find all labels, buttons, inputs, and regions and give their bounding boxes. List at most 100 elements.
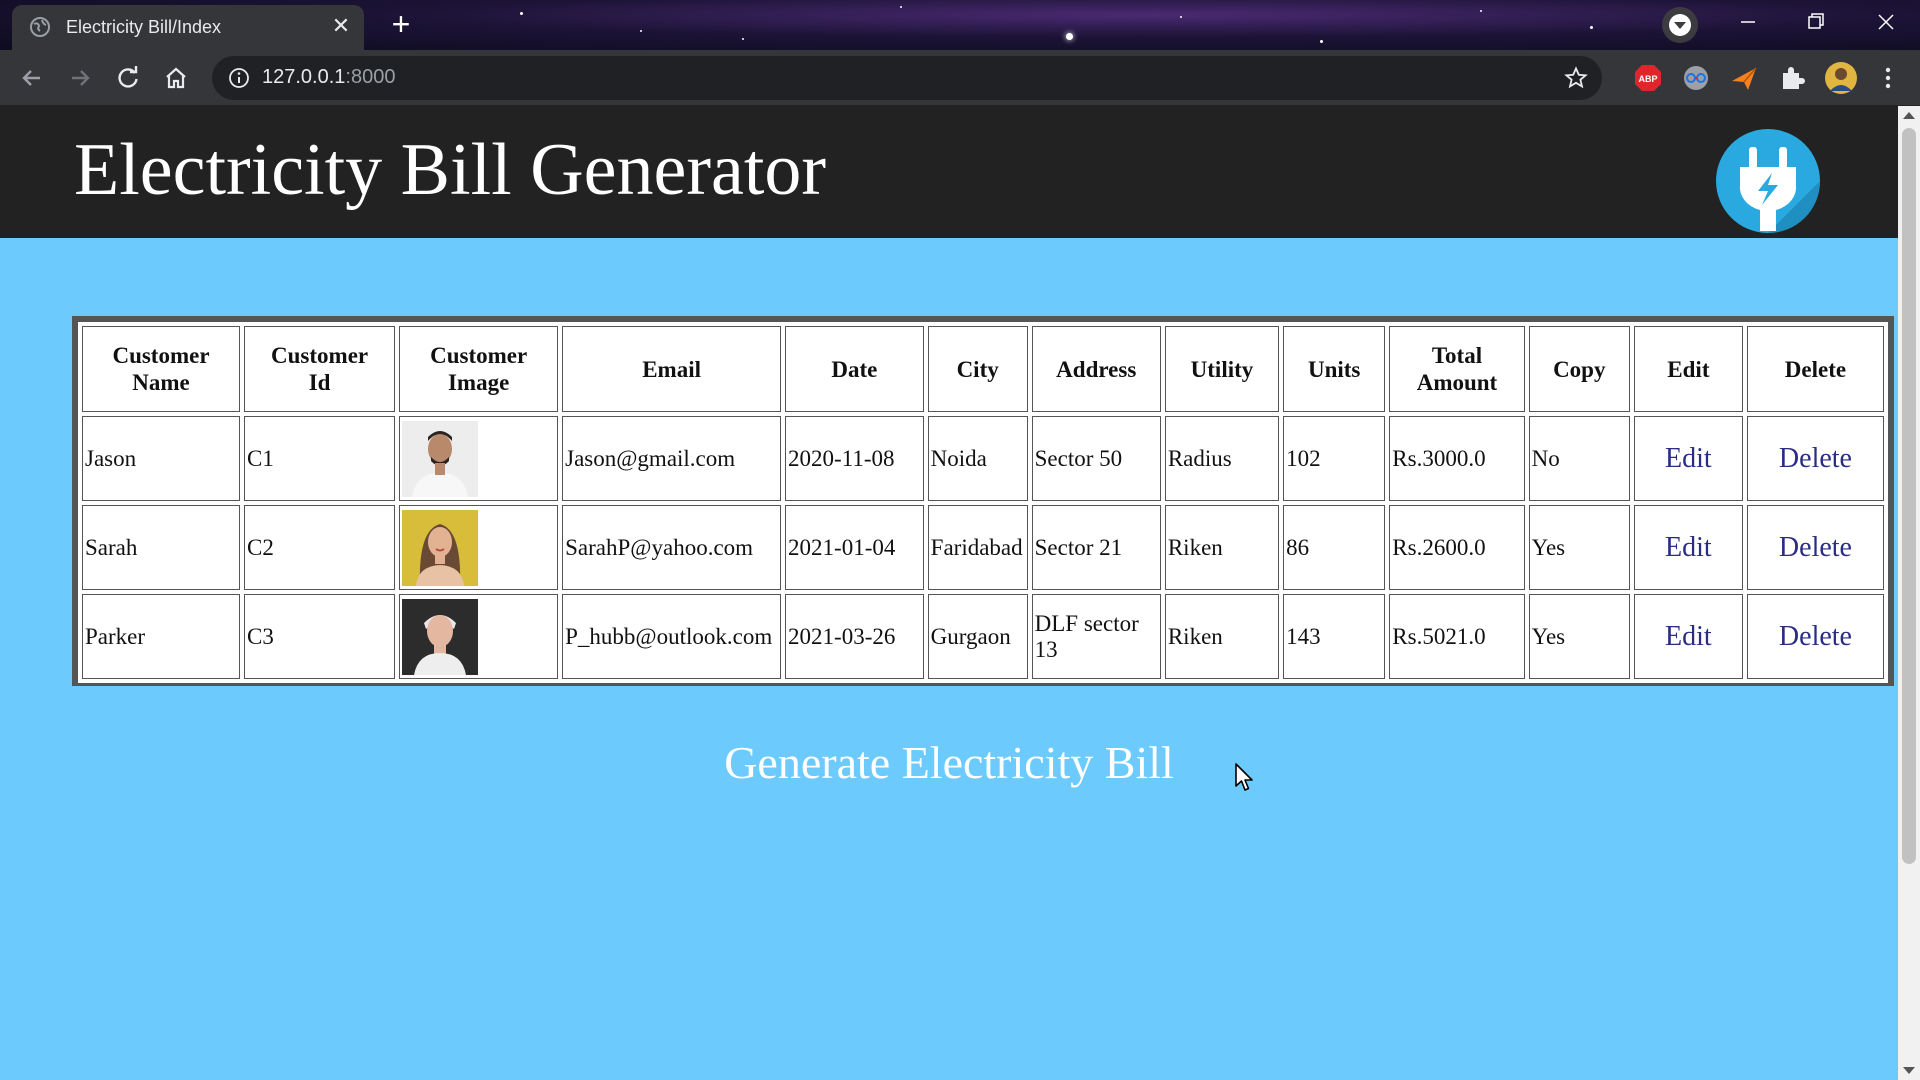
column-header: City (927, 326, 1028, 412)
page-scrollbar[interactable] (1898, 106, 1920, 1080)
column-header: Customer Name (82, 326, 241, 412)
city-value: Noida (930, 445, 987, 471)
column-header-label: Customer (430, 343, 528, 368)
column-header-label: Copy (1553, 356, 1606, 382)
glasses-extension[interactable] (1682, 64, 1710, 92)
utility-value: Radius (1167, 445, 1232, 471)
generate-bill-label[interactable]: Generate Electricity Bill (724, 737, 1174, 788)
adblock-label: ABP (1638, 74, 1657, 84)
back-button[interactable] (16, 62, 48, 94)
tab-search-button[interactable] (1662, 7, 1698, 43)
browser-menu-button[interactable] (1874, 64, 1902, 92)
arrow-extension[interactable] (1730, 64, 1758, 92)
cell-edit: Edit (1633, 594, 1743, 679)
cell-delete: Delete (1746, 505, 1884, 590)
cell-city: Noida (927, 416, 1028, 501)
cell-utility: Riken (1164, 594, 1280, 679)
column-header-label: Email (642, 356, 701, 382)
delete-link[interactable]: Delete (1779, 621, 1852, 652)
close-tab-icon[interactable]: ✕ (328, 13, 354, 39)
restore-button[interactable] (1786, 0, 1846, 44)
scrollbar-thumb[interactable] (1902, 128, 1916, 864)
browser-toolbar: 127.0.0.1:8000 ABP (0, 50, 1920, 106)
paper-plane-icon (1732, 67, 1757, 90)
globe-icon (30, 17, 50, 37)
column-header: Customer Id (244, 326, 396, 412)
avatar-icon (1825, 62, 1857, 94)
table-row: Jason C1 Jason@gmail.com 2020-11-08 Noida Sec… (82, 416, 1884, 501)
browser-tab[interactable]: Electricity Bill/Index ✕ (12, 5, 364, 50)
column-header-label: Date (831, 356, 878, 382)
cell-edit: Edit (1633, 505, 1743, 590)
restore-icon (1808, 13, 1824, 29)
info-icon[interactable] (228, 67, 250, 89)
email-value: P_hubb@outlook.com (565, 623, 773, 649)
cell-city: Faridabad (927, 505, 1028, 590)
id-value: C2 (247, 534, 274, 560)
city-value: Gurgaon (930, 623, 1011, 649)
copy-value: Yes (1531, 623, 1566, 649)
cell-amount: Rs.5021.0 (1389, 594, 1525, 679)
close-icon (1878, 14, 1894, 30)
reload-button[interactable] (112, 62, 144, 94)
cell-units: 86 (1283, 505, 1386, 590)
name-value: Parker (85, 623, 146, 649)
column-header-label: Name (132, 370, 190, 395)
units-value: 86 (1286, 534, 1310, 560)
column-header-label: Delete (1784, 356, 1847, 382)
extensions-button[interactable] (1778, 64, 1806, 92)
edit-link[interactable]: Edit (1665, 532, 1712, 563)
column-header: Delete (1746, 326, 1884, 412)
profile-avatar[interactable] (1824, 61, 1858, 95)
cell-date: 2021-01-04 (785, 505, 924, 590)
column-header-label: Units (1307, 356, 1361, 382)
home-icon (166, 67, 186, 89)
adblock-extension[interactable]: ABP (1634, 64, 1662, 92)
close-window-button[interactable] (1856, 0, 1916, 44)
cell-address: Sector 21 (1031, 505, 1161, 590)
customer-photo (402, 509, 479, 586)
star-icon[interactable] (1564, 66, 1588, 90)
name-value: Sarah (85, 534, 138, 560)
column-header-label: Customer (271, 343, 369, 368)
scroll-down-icon[interactable] (1903, 1067, 1915, 1074)
amount-value: Rs.5021.0 (1392, 623, 1486, 649)
units-value: 143 (1286, 623, 1321, 649)
tab-title: Electricity Bill/Index (66, 17, 222, 37)
scroll-up-icon[interactable] (1903, 112, 1915, 119)
mouse-cursor-icon (1235, 763, 1253, 791)
delete-link[interactable]: Delete (1779, 443, 1852, 474)
arrow-left-icon (22, 70, 40, 86)
column-header: Units (1283, 326, 1386, 412)
cell-id: C1 (244, 416, 396, 501)
puzzle-icon (1783, 67, 1805, 89)
column-header-label: Id (308, 370, 331, 395)
column-header: Address (1031, 326, 1161, 412)
electric-plug-icon (1716, 129, 1820, 233)
forward-button[interactable] (64, 62, 96, 94)
address-bar[interactable]: 127.0.0.1:8000 (212, 56, 1602, 100)
copy-value: No (1531, 445, 1560, 471)
cell-edit: Edit (1633, 416, 1743, 501)
generate-bill-link[interactable]: Generate Electricity Bill (0, 736, 1898, 789)
column-header: Copy (1528, 326, 1630, 412)
table-row: Parker C3 P_hubb@outlook.com 2021-03-26 Gurg… (82, 594, 1884, 679)
reload-icon (118, 66, 138, 88)
column-header: Edit (1633, 326, 1743, 412)
address-value: Sector 50 (1034, 445, 1123, 471)
delete-link[interactable]: Delete (1779, 532, 1852, 563)
column-header: Email (562, 326, 782, 412)
url-host: 127.0.0.1 (262, 66, 346, 88)
edit-link[interactable]: Edit (1665, 621, 1712, 652)
minimize-button[interactable] (1718, 0, 1778, 44)
minimize-icon (1741, 21, 1755, 23)
email-value: SarahP@yahoo.com (565, 534, 754, 560)
new-tab-button[interactable]: + (384, 8, 418, 42)
customer-photo (402, 420, 479, 497)
column-header-label: Address (1056, 356, 1137, 382)
edit-link[interactable]: Edit (1665, 443, 1712, 474)
home-button[interactable] (160, 62, 192, 94)
column-header-label: Amount (1416, 370, 1498, 395)
cell-img (399, 594, 559, 679)
cell-amount: Rs.2600.0 (1389, 505, 1525, 590)
